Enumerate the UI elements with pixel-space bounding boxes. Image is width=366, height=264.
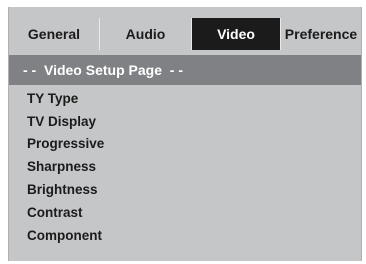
video-setup-menu: TY Type TV Display Progressive Sharpness…	[27, 87, 104, 247]
tab-bar: General Audio Video Preference	[9, 18, 361, 50]
menu-item-sharpness[interactable]: Sharpness	[27, 155, 104, 178]
menu-item-tv-display[interactable]: TV Display	[27, 110, 104, 133]
menu-item-brightness[interactable]: Brightness	[27, 178, 104, 201]
setup-menu-panel: General Audio Video Preference - - Video…	[8, 7, 362, 261]
tab-audio[interactable]: Audio	[99, 18, 191, 50]
tab-general[interactable]: General	[9, 18, 99, 50]
menu-item-progressive[interactable]: Progressive	[27, 133, 104, 156]
menu-item-contrast[interactable]: Contrast	[27, 201, 104, 224]
menu-item-ty-type[interactable]: TY Type	[27, 87, 104, 110]
menu-item-component[interactable]: Component	[27, 224, 104, 247]
tab-video[interactable]: Video	[191, 18, 280, 50]
page-title: - - Video Setup Page - -	[9, 55, 361, 85]
tab-preference[interactable]: Preference	[280, 18, 361, 50]
